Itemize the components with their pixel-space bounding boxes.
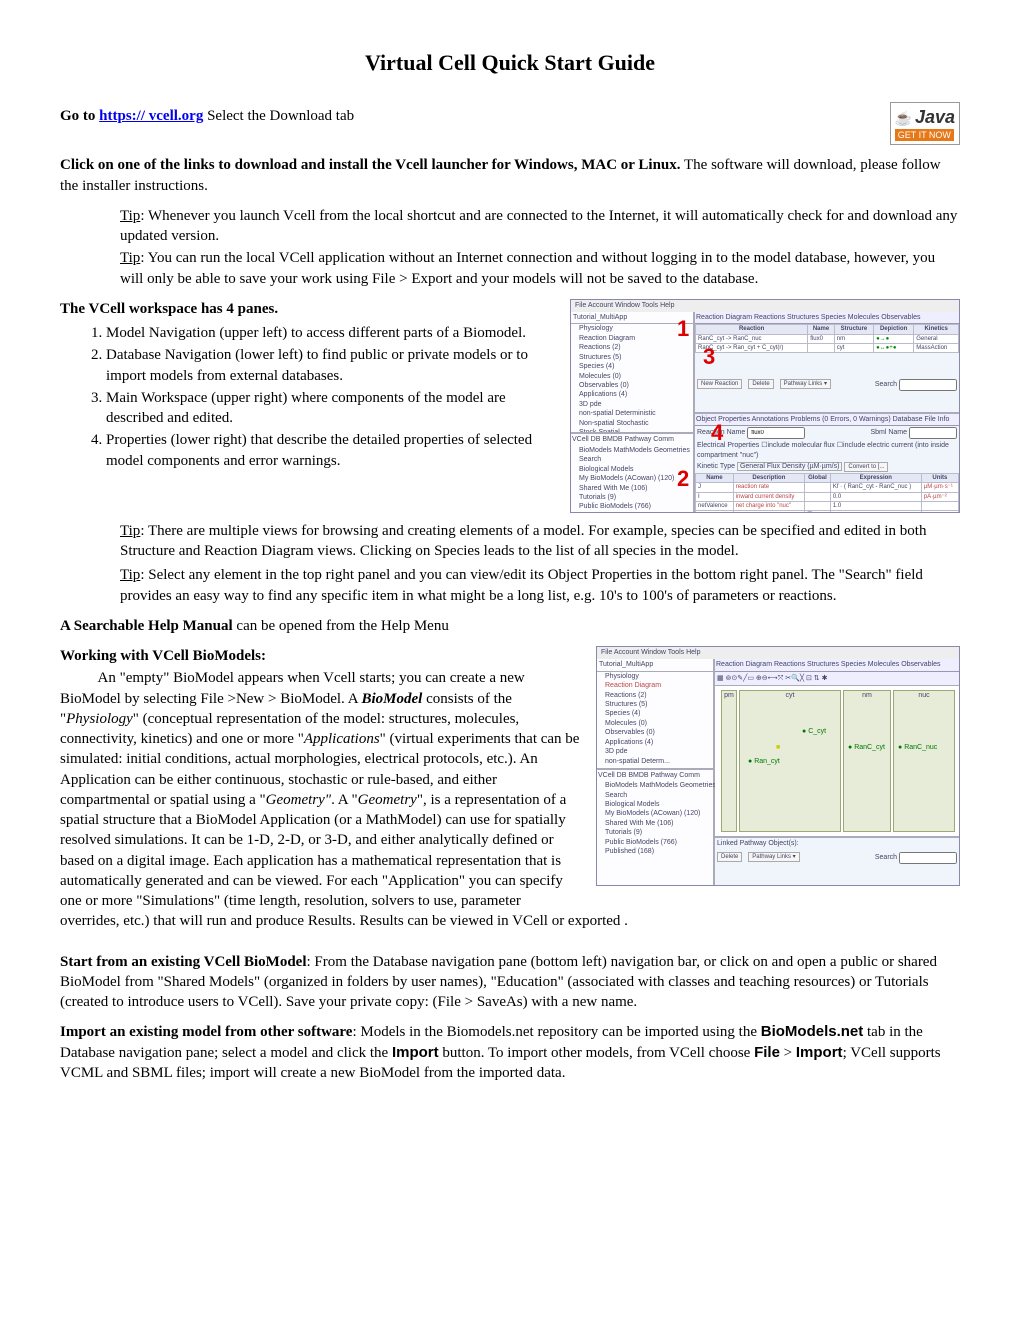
sbml-name-input[interactable]: [909, 427, 957, 439]
workspace-heading: The VCell workspace has 4 panes.: [60, 301, 278, 317]
reactions-table: ReactionNameStructureDepictionKinetics R…: [695, 324, 959, 352]
tip-label: Tip: [120, 208, 140, 224]
callout-2: 2: [677, 464, 689, 494]
tip-text: : You can run the local VCell applicatio…: [120, 250, 935, 286]
species-node: ● RanC_nuc: [898, 743, 937, 752]
java-cup-icon: ☕: [895, 110, 912, 126]
help-manual-line: A Searchable Help Manual can be opened f…: [60, 616, 960, 636]
species-node: ● RanC_cyt: [848, 743, 885, 752]
db-nav-tree: BioModels MathModels Geometries Search B…: [571, 446, 693, 513]
model-title: Tutorial_MultiApp: [597, 659, 713, 671]
tips-install: Tip: Whenever you launch Vcell from the …: [120, 206, 960, 289]
delete-button[interactable]: Delete: [748, 379, 773, 389]
tip-label: Tip: [120, 523, 140, 539]
page-title: Virtual Cell Quick Start Guide: [60, 48, 960, 78]
db-tabs: VCell DB BMDB Pathway Comm: [597, 770, 713, 781]
species-node: ● C_cyt: [802, 727, 826, 736]
search-label: Search: [875, 854, 897, 861]
tips-workspace: Tip: There are multiple views for browsi…: [120, 521, 960, 606]
tip-label: Tip: [120, 567, 140, 583]
working-heading: Working with VCell BioModels:: [60, 648, 266, 664]
toolbar-icons: ▦ ⊚⊙✎╱▭ ⊕⊖⟷⤧ ✂🔍╳ ⊡ ⇅ ✱: [715, 672, 959, 686]
java-badge: ☕ Java GET IT NOW: [890, 102, 960, 146]
pathway-links-button[interactable]: Pathway Links ▾: [748, 852, 799, 862]
callout-3: 3: [703, 342, 715, 372]
pathway-links-button[interactable]: Pathway Links ▾: [780, 379, 831, 389]
goto-suffix: Select the Download tab: [203, 108, 354, 124]
db-tabs: VCell DB BMDB Pathway Comm: [571, 434, 693, 445]
java-get-it: GET IT NOW: [895, 129, 954, 141]
main-tabs: Reaction Diagram Reactions Structures Sp…: [715, 659, 959, 671]
db-nav-tree: BioModels MathModels Geometries Search B…: [597, 781, 713, 857]
model-nav-tree: Physiology Reaction Diagram Reactions (2…: [597, 672, 713, 770]
tip-text: : There are multiple views for browsing …: [120, 523, 926, 559]
delete-button[interactable]: Delete: [717, 852, 742, 862]
import-paragraph: Import an existing model from other soft…: [60, 1022, 960, 1083]
reaction-name-input[interactable]: [747, 427, 805, 439]
vcell-link[interactable]: https:// vcell.org: [99, 108, 203, 124]
start-from-bold: Start from an existing VCell BioModel: [60, 954, 307, 970]
tip-text: : Whenever you launch Vcell from the loc…: [120, 208, 957, 244]
search-input[interactable]: [899, 379, 957, 391]
model-nav-tree: Physiology Reaction Diagram Reactions (2…: [571, 324, 693, 434]
download-bold: Click on one of the links to download an…: [60, 157, 681, 173]
kinetic-type-select[interactable]: General Flux Density (µM·µm/s): [737, 462, 842, 471]
parameters-table: NameDescriptionGlobalExpressionUnits Jre…: [695, 473, 959, 513]
help-manual-bold: A Searchable Help Manual: [60, 618, 233, 634]
properties-tabs: Object Properties Annotations Problems (…: [695, 414, 959, 426]
java-word: Java: [915, 107, 955, 127]
callout-4: 4: [711, 418, 723, 448]
callout-1: 1: [677, 314, 689, 344]
tip-label: Tip: [120, 250, 140, 266]
new-reaction-button[interactable]: New Reaction: [697, 379, 742, 389]
reaction-diagram-screenshot: File Account Window Tools Help Tutorial_…: [596, 646, 960, 886]
help-manual-rest: can be opened from the Help Menu: [233, 618, 449, 634]
species-node: ● Ran_cyt: [748, 757, 780, 766]
start-from-paragraph: Start from an existing VCell BioModel: F…: [60, 952, 960, 1013]
tip-text: : Select any element in the top right pa…: [120, 567, 923, 603]
search-label: Search: [875, 381, 897, 388]
convert-button[interactable]: Convert to [...: [844, 462, 888, 472]
workspace-screenshot: File Account Window Tools Help Tutorial_…: [570, 299, 960, 513]
download-paragraph: Click on one of the links to download an…: [60, 155, 960, 196]
import-bold: Import an existing model from other soft…: [60, 1024, 352, 1040]
search-input[interactable]: [899, 852, 957, 864]
goto-prefix: Go to: [60, 108, 99, 124]
linked-pathway-label: Linked Pathway Object(s):: [715, 836, 959, 849]
goto-line: Go to https:// vcell.org Select the Down…: [60, 106, 960, 126]
compartment-pm: pm: [721, 690, 737, 832]
model-title: Tutorial_MultiApp: [571, 312, 693, 324]
main-tabs: Reaction Diagram Reactions Structures Sp…: [695, 312, 959, 324]
